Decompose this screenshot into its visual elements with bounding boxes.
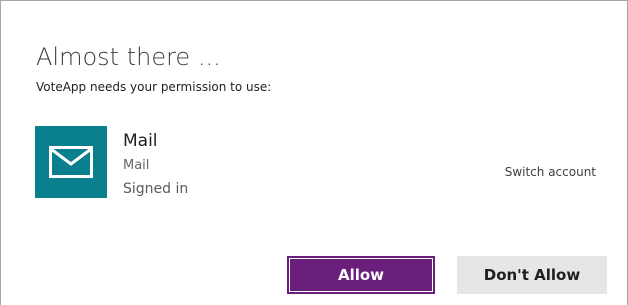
- service-name: Mail: [123, 131, 158, 151]
- dont-allow-button[interactable]: Don't Allow: [457, 256, 607, 294]
- allow-button[interactable]: Allow: [287, 256, 435, 294]
- switch-account-link[interactable]: Switch account: [505, 165, 596, 179]
- mail-app-tile: [35, 126, 107, 198]
- dialog-title: Almost there ...: [36, 43, 221, 71]
- permission-dialog: Almost there ... VoteApp needs your perm…: [0, 0, 628, 305]
- sign-in-status: Signed in: [123, 181, 189, 197]
- mail-icon: [49, 146, 93, 178]
- dialog-subtitle: VoteApp needs your permission to use:: [36, 80, 272, 94]
- service-subname: Mail: [123, 158, 150, 173]
